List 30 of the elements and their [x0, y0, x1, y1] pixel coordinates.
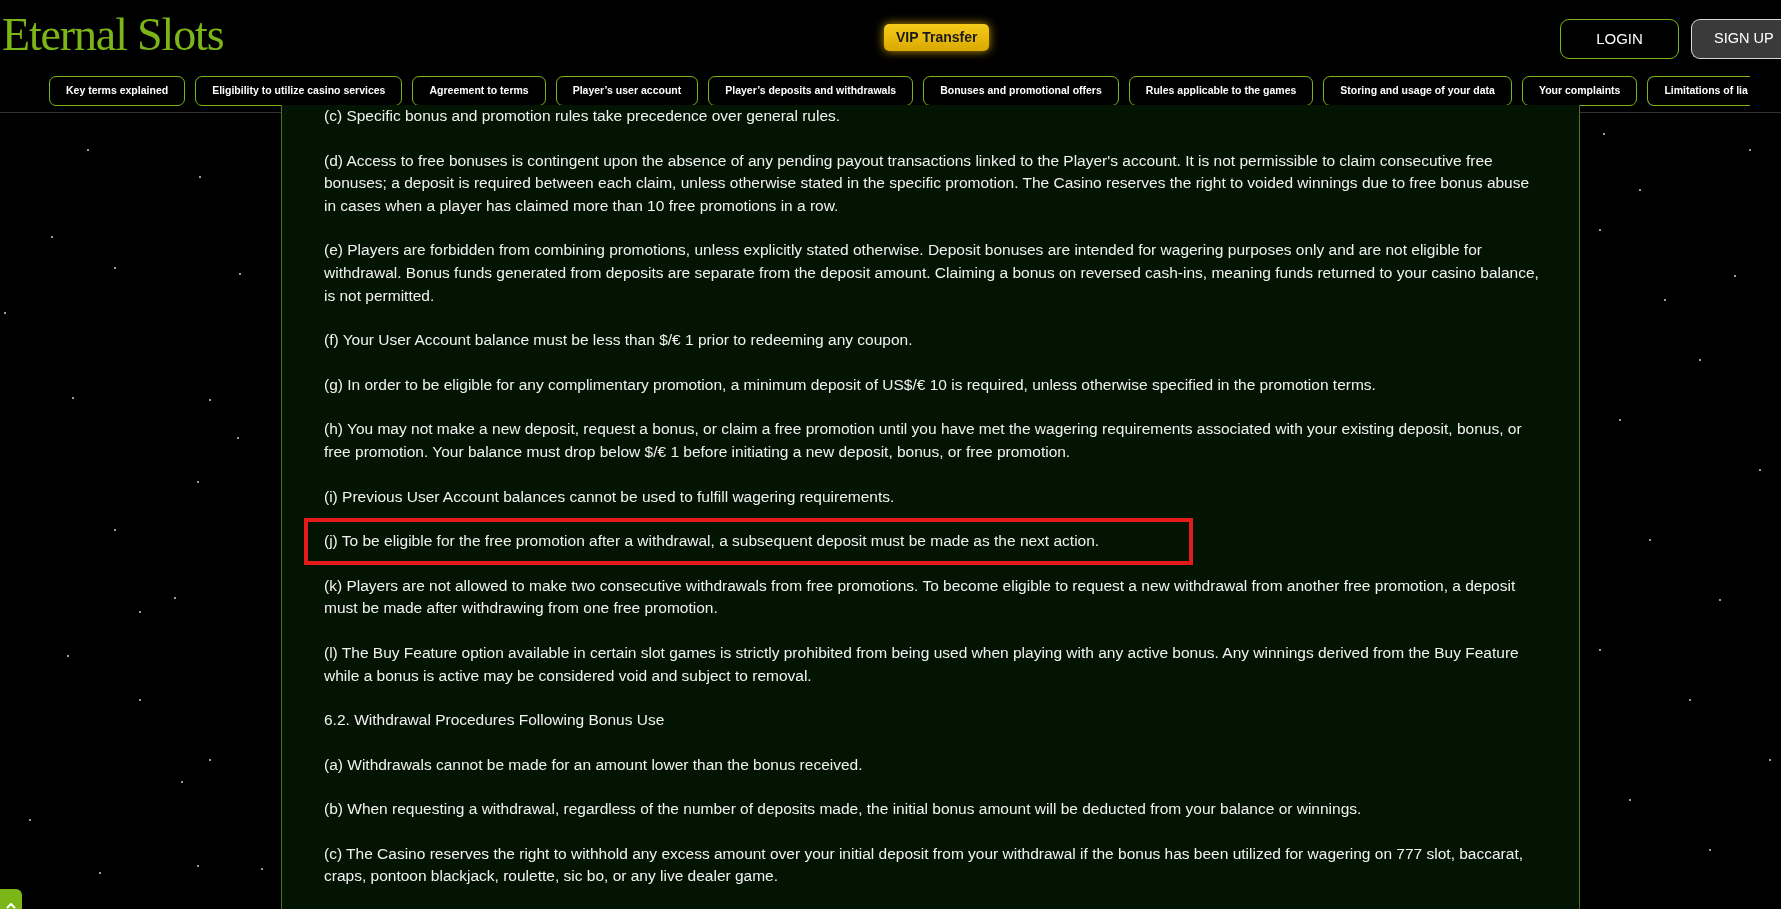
login-button[interactable]: LOGIN — [1560, 19, 1679, 59]
signup-button[interactable]: SIGN UP — [1691, 19, 1781, 59]
terms-paragraph: (e) Players are forbidden from combining promotions, unless explicitly stated otherwise. Deposit bonuses are intended for wagering purposes only and are not eligible for withdrawal. Bonus funds generated from deposits are separate from the deposit amount. Claiming a bonus on reversed cash-ins, meaning funds returned to your casino balance, is not permitted. — [324, 240, 1539, 306]
nav-tab[interactable]: Key terms explained — [49, 76, 186, 106]
highlighted-paragraph: (j) To be eligible for the free promotion after a withdrawal, a subsequent deposit must be made as the next action. — [304, 518, 1193, 565]
nav-tab[interactable]: Eligibility to utilize casino services — [195, 76, 403, 106]
scroll-top-button[interactable] — [0, 889, 22, 909]
nav-tab[interactable]: Agreement to terms — [412, 76, 546, 106]
site-logo[interactable]: Eternal Slots — [0, 12, 224, 58]
nav-tab[interactable]: Rules applicable to the games — [1128, 76, 1314, 106]
vip-badge[interactable]: VIP Transfer — [884, 24, 990, 51]
chevron-up-icon — [6, 903, 16, 909]
nav-tab[interactable]: Storing and usage of your data — [1323, 76, 1512, 106]
terms-paragraph: (l) The Buy Feature option available in certain slot games is strictly prohibited from being used when playing with any active bonus. Any winnings derived from the Buy Feature while a bonus is active may be considered void and subject to removal. — [324, 642, 1520, 686]
terms-paragraph: (g) In order to be eligible for any complimentary promotion, a minimum deposit of US$/€ 10 is required, unless otherwise specified in the promotion terms. — [324, 374, 1377, 395]
terms-paragraph: (b) When requesting a withdrawal, regardless of the number of deposits made, the initial bonus amount will be deducted from your balance or winnings. — [324, 799, 1363, 820]
terms-paragraph: (f) Your User Account balance must be less than $/€ 1 prior to redeeming any coupon. — [324, 330, 914, 351]
nav-tab[interactable]: Bonuses and promotional offers — [923, 76, 1119, 106]
nav-tab[interactable]: Player’s deposits and withdrawals — [708, 76, 914, 106]
terms-paragraph: (c) The Casino reserves the right to withhold any excess amount over your initial deposit from your withdrawal if the bonus has been utilized for wagering on 777 slot, baccarat, craps, pontoon blackjack, roulette, sic bo, or any live dealer game. — [324, 843, 1524, 887]
terms-paragraph: (k) Players are not allowed to make two consecutive withdrawals from free promotions. To become eligible to request a new withdrawal from another free promotion, a deposit must be made after withdrawing from one free promotion. — [324, 575, 1517, 619]
nav-tab[interactable]: Player’s user account — [555, 76, 699, 106]
terms-paragraph: (d) Access to free bonuses is contingent upon the absence of any pending payout transactions linked to the Player's account. It is not permissible to claim consecutive free bonuses; a deposit is required between each claim, unless otherwise stated in the specific promotion. The Casino reserves the right to voided winnings due to free bonus abuse in cases when a player has claimed more than 10 free promotions in a row. — [324, 150, 1531, 216]
terms-paragraph: (i) Previous User Account balances cannot be used to fulfill wagering requirements. — [324, 486, 896, 507]
terms-paragraph: (a) Withdrawals cannot be made for an amount lower than the bonus received. — [324, 754, 864, 775]
nav-tab[interactable]: Your complaints — [1521, 76, 1638, 106]
terms-paragraph: 6.2. Withdrawal Procedures Following Bonus Use — [324, 710, 666, 731]
terms-paragraph: (c) Specific bonus and promotion rules take precedence over general rules. — [324, 106, 842, 126]
nav-tab[interactable]: Limitations of lia — [1647, 76, 1750, 106]
terms-paragraph: (h) You may not make a new deposit, request a bonus, or claim a free promotion until you have met the wagering requirements associated with your existing deposit, bonus, or free promotion. Your balance must drop below $/€ 1 before initiating a new deposit, bonus, or free promotion. — [324, 419, 1523, 462]
